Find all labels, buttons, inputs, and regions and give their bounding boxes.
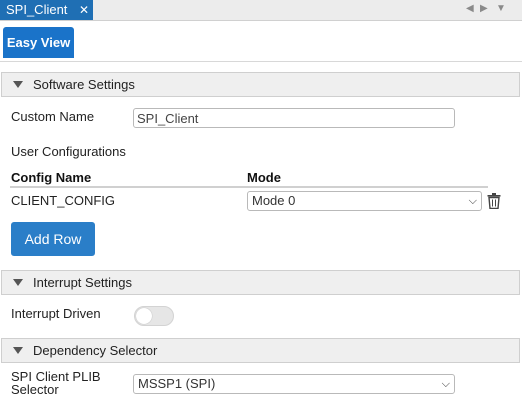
user-configurations-label: User Configurations <box>11 144 126 159</box>
tab-easy-view[interactable]: Easy View <box>3 27 74 58</box>
editor-tab-bar: SPI_Client ✕ ◀ ▶ ▼ <box>0 0 522 21</box>
interrupt-settings-header[interactable]: Interrupt Settings <box>1 270 520 295</box>
mode-header: Mode <box>247 170 281 185</box>
view-tab-row <box>0 21 522 62</box>
plib-selector-value: MSSP1 (SPI) <box>138 376 216 391</box>
custom-name-input[interactable] <box>133 108 455 128</box>
custom-name-label: Custom Name <box>11 109 95 124</box>
plib-selector-label-line2: Selector <box>11 382 59 397</box>
prev-tab-icon[interactable]: ◀ <box>466 0 474 20</box>
toggle-knob <box>136 308 152 324</box>
next-tab-icon[interactable]: ▶ <box>480 0 488 20</box>
tab-title: SPI_Client <box>6 2 68 17</box>
plib-selector-select[interactable]: MSSP1 (SPI) ⌵ <box>133 374 455 394</box>
section-title: Interrupt Settings <box>33 275 132 290</box>
add-row-button[interactable]: Add Row <box>11 222 95 256</box>
triangle-down-icon <box>13 81 23 88</box>
config-name-header: Config Name <box>11 170 92 185</box>
triangle-down-icon <box>13 347 23 354</box>
tab-menu-icon[interactable]: ▼ <box>496 0 506 20</box>
mode-select[interactable]: Mode 0 ⌵ <box>247 191 482 211</box>
dependency-selector-header[interactable]: Dependency Selector <box>1 338 520 363</box>
tab-spi-client[interactable]: SPI_Client ✕ <box>0 0 93 20</box>
software-settings-header[interactable]: Software Settings <box>1 72 520 97</box>
trash-icon[interactable] <box>487 193 501 209</box>
close-icon[interactable]: ✕ <box>79 0 89 20</box>
triangle-down-icon <box>13 279 23 286</box>
table-header-divider <box>10 186 488 188</box>
plib-selector-label: SPI Client PLIB Selector <box>11 370 101 396</box>
interrupt-driven-toggle[interactable] <box>134 306 174 326</box>
interrupt-driven-label: Interrupt Driven <box>11 306 101 321</box>
section-title: Software Settings <box>33 77 135 92</box>
chevron-down-icon: ⌵ <box>468 195 477 207</box>
config-name-cell: CLIENT_CONFIG <box>11 193 116 208</box>
mode-select-value: Mode 0 <box>252 193 296 208</box>
section-title: Dependency Selector <box>33 343 158 358</box>
chevron-down-icon: ⌵ <box>441 378 450 390</box>
